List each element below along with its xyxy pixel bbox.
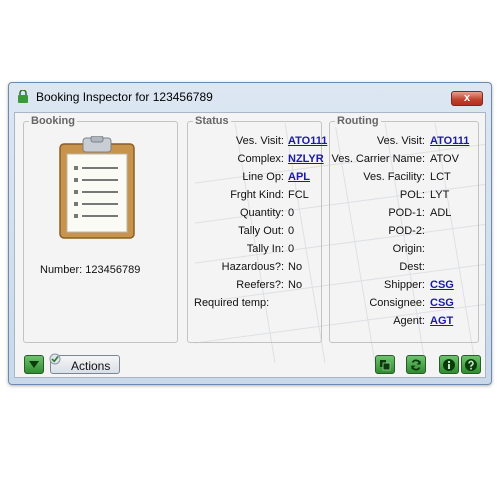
actions-check-icon (49, 353, 61, 365)
booking-panel-title: Booking (29, 115, 77, 127)
close-button[interactable]: x (451, 91, 483, 106)
status-panel: Status Ves. Visit: ATO111 Complex: NZLYR… (187, 115, 327, 343)
expand-down-icon (29, 360, 39, 368)
status-label: Hazardous?: (221, 261, 284, 273)
routing-label: Ves. Carrier Name: (331, 153, 425, 165)
required-temp-label: Required temp: (194, 297, 270, 309)
actions-button[interactable]: Actions (49, 353, 120, 374)
routing-panel-title: Routing (335, 115, 381, 127)
routing-row-shipper: Shipper: CSG (330, 279, 478, 293)
help-button[interactable] (461, 355, 481, 374)
window-title: Booking Inspector for 123456789 (36, 90, 213, 104)
status-row-ves-visit: Ves. Visit: ATO111 (188, 135, 327, 149)
booking-inspector-window: Booking Inspector for 123456789 x Bookin… (8, 82, 492, 385)
info-button[interactable] (439, 355, 459, 374)
routing-label: Ves. Facility: (363, 171, 425, 183)
status-label: Frght Kind: (230, 189, 284, 201)
app-icon (18, 90, 28, 103)
copy-button[interactable] (375, 355, 395, 374)
status-value: No (288, 261, 303, 273)
close-icon: x (463, 92, 471, 104)
routing-panel: Routing Ves. Visit: ATO111 Ves. Carrier … (329, 115, 479, 343)
routing-label: Origin: (392, 243, 425, 255)
routing-value: ADL (430, 207, 452, 219)
status-label: Quantity: (239, 207, 284, 219)
status-row-reefers: Reefers?: No (188, 279, 321, 293)
actions-label: Actions (71, 359, 111, 373)
routing-shipper-link[interactable]: CSG (430, 279, 454, 291)
status-row-frght-kind: Frght Kind: FCL (188, 189, 321, 203)
title-bar[interactable]: Booking Inspector for 123456789 x (9, 83, 491, 111)
status-value: FCL (288, 189, 309, 201)
status-line-op-link[interactable]: APL (288, 171, 310, 183)
routing-label: Agent: (393, 315, 425, 327)
status-value: 0 (288, 225, 295, 237)
routing-row-consignee: Consignee: CSG (330, 297, 478, 311)
routing-consignee-link[interactable]: CSG (430, 297, 454, 309)
booking-panel: Booking Number: 123456789 (23, 115, 178, 343)
routing-row-agent: Agent: AGT (330, 315, 478, 329)
routing-value: LYT (430, 189, 450, 201)
status-row-quantity: Quantity: 0 (188, 207, 321, 221)
status-label: Line Op: (242, 171, 284, 183)
status-label: Tally In: (246, 243, 284, 255)
booking-number-row: Number: 123456789 (40, 264, 140, 276)
routing-row-pod-2: POD-2: (330, 225, 478, 239)
routing-label: POD-1: (388, 207, 425, 219)
routing-label: POL: (399, 189, 425, 201)
routing-row-ves-visit: Ves. Visit: ATO111 (330, 135, 478, 149)
status-label: Tally Out: (238, 225, 284, 237)
info-icon (443, 358, 455, 371)
expand-button[interactable] (24, 355, 44, 374)
status-row-tally-in: Tally In: 0 (188, 243, 321, 257)
status-label: Reefers?: (236, 279, 284, 291)
booking-number-value: 123456789 (85, 264, 141, 276)
routing-value: LCT (430, 171, 451, 183)
routing-label: POD-2: (388, 225, 425, 237)
clipboard-icon (59, 136, 135, 239)
status-label: Complex: (237, 153, 284, 165)
status-row-tally-out: Tally Out: 0 (188, 225, 321, 239)
copy-icon (380, 359, 391, 370)
refresh-icon (411, 359, 421, 370)
status-complex-link[interactable]: NZLYR (288, 153, 324, 165)
routing-label: Dest: (399, 261, 425, 273)
status-value: 0 (288, 243, 295, 255)
status-ves-visit-link[interactable]: ATO111 (288, 135, 327, 147)
routing-row-pod-1: POD-1: ADL (330, 207, 478, 221)
status-row-complex: Complex: NZLYR (188, 153, 324, 167)
routing-label: Ves. Visit: (376, 135, 425, 147)
status-value: 0 (288, 207, 295, 219)
routing-label: Consignee: (369, 297, 425, 309)
status-row-hazardous: Hazardous?: No (188, 261, 321, 275)
status-value: No (288, 279, 303, 291)
routing-row-dest: Dest: (330, 261, 478, 275)
routing-row-origin: Origin: (330, 243, 478, 257)
status-panel-title: Status (193, 115, 231, 127)
status-label: Ves. Visit: (235, 135, 284, 147)
routing-row-facility: Ves. Facility: LCT (330, 171, 478, 185)
routing-value: ATOV (430, 153, 459, 165)
routing-row-carrier-name: Ves. Carrier Name: ATOV (330, 153, 478, 167)
status-row-required-temp: Required temp: (188, 297, 321, 311)
refresh-button[interactable] (406, 355, 426, 374)
content-area: Booking Number: 123456789 Status Ves. Vi… (14, 112, 486, 378)
help-icon (465, 358, 477, 371)
routing-row-pol: POL: LYT (330, 189, 478, 203)
routing-agent-link[interactable]: AGT (430, 315, 453, 327)
routing-ves-visit-link[interactable]: ATO111 (430, 135, 469, 147)
status-row-line-op: Line Op: APL (188, 171, 321, 185)
routing-label: Shipper: (384, 279, 425, 291)
booking-number-label: Number: (40, 264, 83, 276)
